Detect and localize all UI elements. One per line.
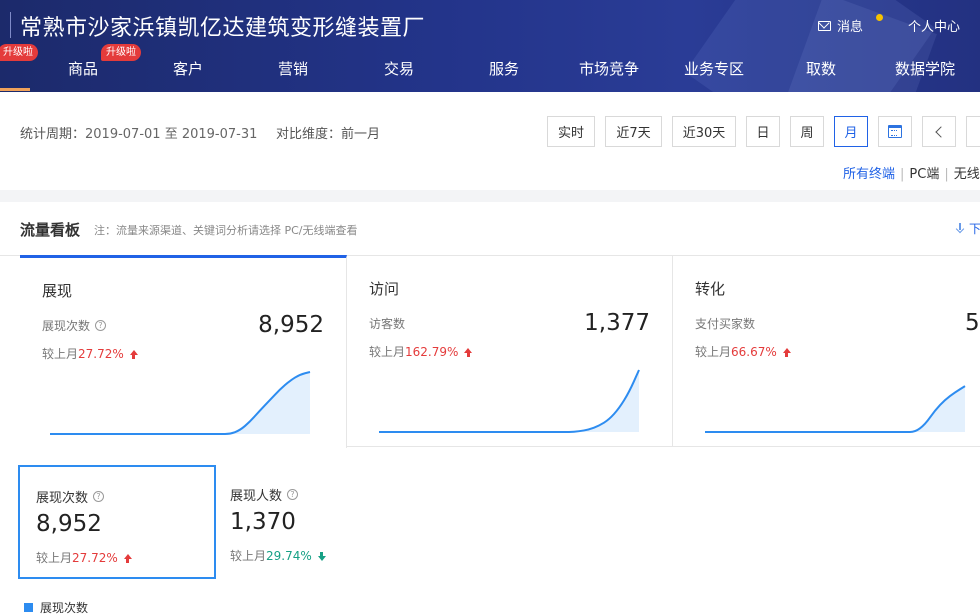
sub-metric-value: 8,952 <box>36 511 102 537</box>
metric-card-impressions[interactable]: 展现 展现次数 ? 8,952 较上月 27.72% <box>20 255 347 448</box>
sparkline <box>379 369 640 433</box>
help-icon[interactable]: ? <box>93 491 105 502</box>
next-period-button[interactable] <box>966 116 980 147</box>
chevron-left-icon <box>934 125 947 138</box>
nav-item-transactions[interactable]: 交易 <box>384 58 414 79</box>
download-button[interactable]: 下 <box>956 220 980 237</box>
filter-toolbar: 统计周期：2019-07-01 至 2019-07-31 对比维度：前一月 实时… <box>0 92 980 190</box>
board-note: 注：流量来源渠道、关键词分析请选择 PC/无线端查看 <box>94 224 358 237</box>
legend-swatch <box>24 603 33 612</box>
calendar-button[interactable] <box>878 116 912 147</box>
sub-metric-compare: 较上月 27.72% <box>36 549 132 566</box>
top-header: 常熟市沙家浜镇凯亿达建筑变形缝装置厂 消息 个人中心 商品 客户 营销 交易 服… <box>0 0 980 92</box>
nav-item-service[interactable]: 服务 <box>489 58 519 79</box>
sparkline <box>50 371 311 435</box>
day-button[interactable]: 日 <box>746 116 780 147</box>
week-button[interactable]: 周 <box>790 116 824 147</box>
stat-period-value: 2019-07-01 至 2019-07-31 <box>85 127 258 142</box>
metric-label: 支付买家数 <box>695 317 756 331</box>
main-nav: 商品 客户 营销 交易 服务 市场竞争 业务专区 取数 数据学院 <box>0 58 980 78</box>
metric-value: 1,377 <box>584 310 650 336</box>
envelope-icon <box>818 20 831 31</box>
board-title: 流量看板 <box>20 221 81 239</box>
messages-label: 消息 <box>837 20 864 35</box>
terminal-all[interactable]: 所有终端 <box>843 167 895 182</box>
compare-dimension: 对比维度：前一月 <box>276 123 380 142</box>
arrow-down-icon <box>317 552 326 561</box>
nav-item-products[interactable]: 商品 <box>68 58 98 79</box>
header-divider <box>10 12 11 38</box>
legend-label: 展现次数 <box>40 601 89 614</box>
metric-label: 展现次数 ? <box>42 317 107 334</box>
nav-item-marketing[interactable]: 营销 <box>278 58 308 79</box>
previous-period-button[interactable] <box>922 116 956 147</box>
nav-active-indicator <box>0 88 30 91</box>
sparkline <box>705 385 966 433</box>
sparkline-area <box>379 370 639 432</box>
nav-item-data-academy[interactable]: 数据学院 <box>895 58 955 79</box>
month-button[interactable]: 月 <box>834 116 868 147</box>
metric-compare: 较上月 27.72% <box>42 345 138 362</box>
unread-dot-icon <box>876 14 883 21</box>
realtime-button[interactable]: 实时 <box>547 116 595 147</box>
upgrade-badge: 升级啦 <box>0 44 38 61</box>
messages-link[interactable]: 消息 <box>818 16 863 35</box>
nav-item-business-zone[interactable]: 业务专区 <box>684 58 744 79</box>
nav-item-market-competition[interactable]: 市场竞争 <box>579 58 639 79</box>
card-title: 转化 <box>695 280 726 298</box>
terminal-switch: 所有终端 | PC端 | 无线 <box>843 167 980 182</box>
last-30-days-button[interactable]: 近30天 <box>672 116 736 147</box>
metric-compare: 较上月 66.67% <box>695 343 791 360</box>
sparkline-line <box>379 369 640 433</box>
stat-period: 统计周期：2019-07-01 至 2019-07-31 <box>20 123 257 142</box>
nav-item-data-fetch[interactable]: 取数 <box>806 58 836 79</box>
nav-item-customers[interactable]: 客户 <box>173 58 203 79</box>
help-icon[interactable]: ? <box>287 489 299 500</box>
metric-card-conversion[interactable]: 转化 支付买家数 5 较上月 66.67% <box>673 256 980 447</box>
compare-dimension-value[interactable]: 前一月 <box>341 127 380 142</box>
user-center-link[interactable]: 个人中心 <box>908 16 960 35</box>
traffic-board: 流量看板 注：流量来源渠道、关键词分析请选择 PC/无线端查看 下 展现 展现次… <box>0 202 980 614</box>
upgrade-badge: 升级啦 <box>101 44 141 61</box>
sparkline-area <box>50 372 310 434</box>
sparkline-area <box>705 386 965 432</box>
arrow-up-icon <box>129 350 138 359</box>
metric-card-visits[interactable]: 访问 访客数 1,377 较上月 162.79% <box>347 256 673 447</box>
compare-dimension-label: 对比维度： <box>276 127 342 142</box>
sub-metric-label: 展现次数 <box>36 491 89 506</box>
terminal-pc[interactable]: PC端 <box>909 167 939 182</box>
help-icon[interactable]: ? <box>95 320 107 331</box>
sub-metric-label: 展现人数 <box>230 489 283 504</box>
terminal-wireless[interactable]: 无线 <box>954 167 980 182</box>
download-icon <box>956 223 965 234</box>
card-title: 展现 <box>42 282 73 300</box>
sub-metric-impression-users[interactable]: 展现人数 ? 1,370 较上月 29.74% <box>214 465 412 579</box>
metric-label: 访客数 <box>369 317 406 331</box>
arrow-up-icon <box>123 554 132 563</box>
sub-metric-value: 1,370 <box>230 509 296 535</box>
metric-value: 8,952 <box>258 312 324 338</box>
calendar-icon <box>888 125 902 138</box>
metric-compare: 较上月 162.79% <box>369 343 473 360</box>
metric-value: 5 <box>965 310 980 336</box>
sub-metric-compare: 较上月 29.74% <box>230 547 326 564</box>
stat-period-label: 统计周期： <box>20 127 86 142</box>
card-title: 访问 <box>369 280 400 298</box>
shop-name: 常熟市沙家浜镇凯亿达建筑变形缝装置厂 <box>20 16 426 41</box>
arrow-up-icon <box>782 348 791 357</box>
download-label: 下 <box>969 222 980 236</box>
arrow-up-icon <box>464 348 473 357</box>
last-7-days-button[interactable]: 近7天 <box>605 116 662 147</box>
sub-metric-impression-count[interactable]: 展现次数 ? 8,952 较上月 27.72% <box>18 465 216 579</box>
chart-legend[interactable]: 展现次数 <box>24 599 88 614</box>
